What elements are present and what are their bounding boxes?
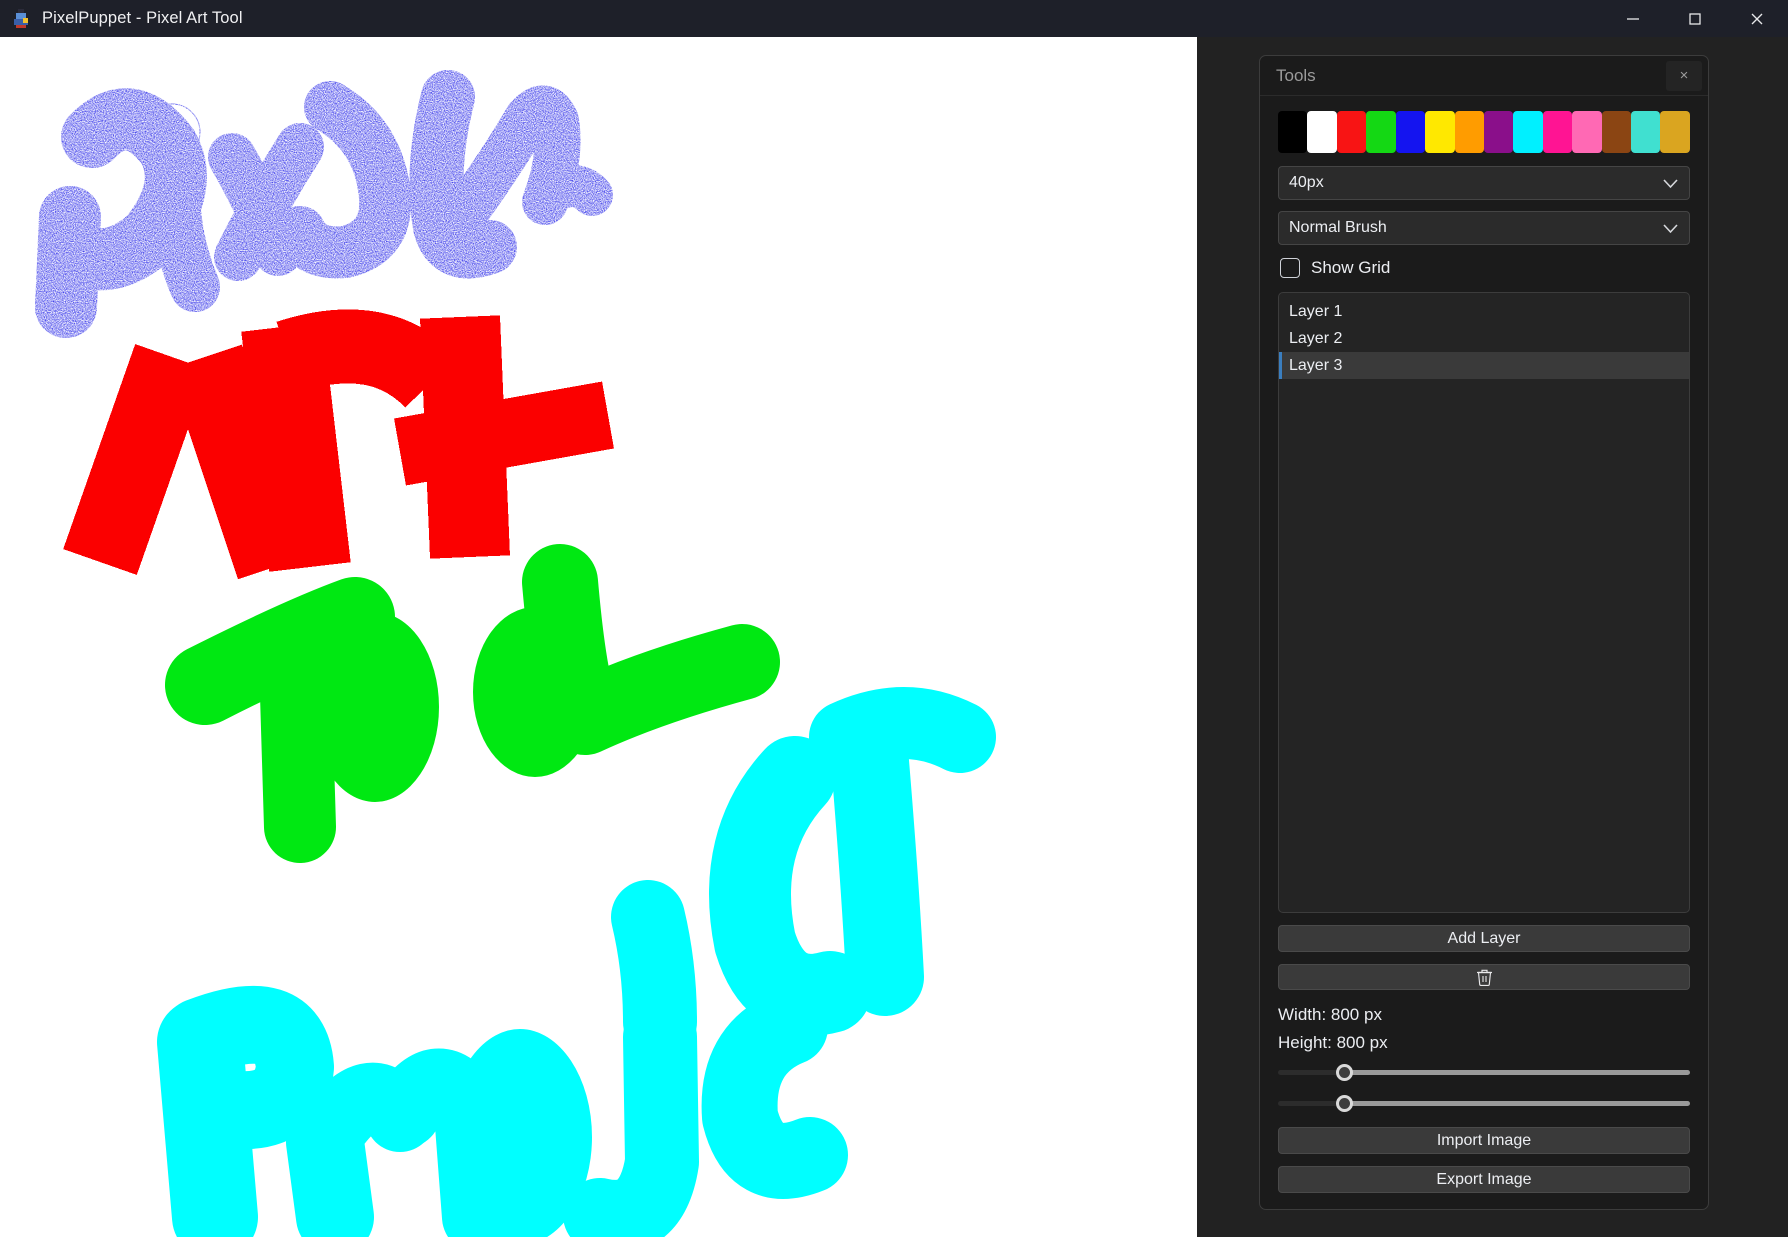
chevron-down-icon [1662,178,1679,189]
add-layer-button[interactable]: Add Layer [1278,925,1690,952]
show-grid-checkbox[interactable] [1280,258,1300,278]
swatch-brown[interactable] [1601,111,1632,153]
width-slider-thumb[interactable] [1335,1063,1353,1081]
minimize-button[interactable] [1602,0,1664,37]
width-slider-track [1343,1069,1690,1075]
tools-panel-body: 40px Normal Brush Show Grid Layer 1 Laye… [1260,96,1708,1209]
panel-close-button[interactable]: × [1666,60,1702,91]
tools-panel: Tools × 40px Normal Brush Show Grid Laye… [1259,55,1709,1210]
height-slider-thumb[interactable] [1335,1094,1353,1112]
brush-type-value: Normal Brush [1289,219,1387,236]
layer-item-selected[interactable]: Layer 3 [1279,352,1689,379]
trash-icon [1476,968,1493,986]
height-slider-track [1343,1100,1690,1106]
panel-title: Tools [1276,65,1316,85]
title-bar: PixelPuppet - Pixel Art Tool [0,0,1788,37]
swatch-green[interactable] [1366,111,1396,153]
layer-item[interactable]: Layer 1 [1279,298,1689,325]
chevron-down-icon [1662,223,1679,234]
swatch-gold[interactable] [1660,111,1690,153]
show-grid-label: Show Grid [1311,258,1391,277]
stroke-art [63,309,614,580]
swatch-yellow[interactable] [1425,111,1455,153]
pixel-puppet-icon [12,8,30,29]
swatch-blue[interactable] [1395,111,1426,153]
layers-list[interactable]: Layer 1 Layer 2 Layer 3 [1278,292,1690,913]
swatch-red[interactable] [1336,111,1367,153]
width-slider-track-filled [1278,1069,1344,1075]
show-grid-row[interactable]: Show Grid [1280,258,1690,278]
drawing-canvas[interactable] [0,37,1197,1237]
swatch-cyan[interactable] [1513,111,1543,153]
layer-item[interactable]: Layer 2 [1279,325,1689,352]
width-label: Width: 800 px [1278,1005,1382,1024]
tools-panel-header: Tools × [1260,56,1708,96]
close-button[interactable] [1726,0,1788,37]
export-image-button[interactable]: Export Image [1278,1166,1690,1193]
swatch-pink[interactable] [1572,111,1602,153]
window-title: PixelPuppet - Pixel Art Tool [42,9,243,27]
width-slider[interactable] [1278,1060,1690,1084]
stroke-tool [165,544,780,863]
height-label: Height: 800 px [1278,1033,1388,1052]
swatch-teal[interactable] [1631,111,1661,153]
swatch-magenta[interactable] [1542,111,1573,153]
height-slider[interactable] [1278,1091,1690,1115]
swatch-white[interactable] [1307,111,1337,153]
delete-layer-button[interactable] [1278,964,1690,990]
stroke-pixel [35,70,613,338]
swatch-orange[interactable] [1454,111,1484,153]
swatch-black[interactable] [1278,111,1308,153]
height-slider-track-filled [1278,1100,1344,1106]
maximize-button[interactable] [1664,0,1726,37]
brush-size-select[interactable]: 40px [1278,166,1690,200]
import-image-button[interactable]: Import Image [1278,1127,1690,1154]
swatch-purple[interactable] [1483,111,1514,153]
color-palette[interactable] [1278,111,1690,153]
brush-size-value: 40px [1289,174,1324,191]
brush-type-select[interactable]: Normal Brush [1278,211,1690,245]
